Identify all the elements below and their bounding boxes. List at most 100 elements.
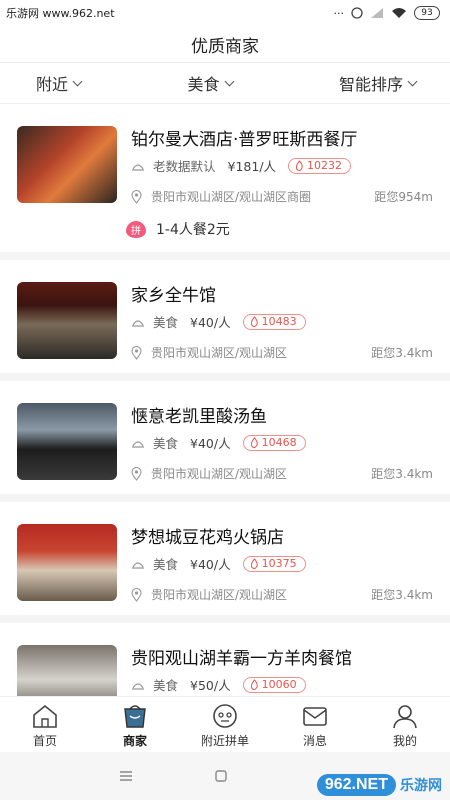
location-pin-icon (131, 345, 142, 360)
home-button-icon[interactable] (214, 769, 228, 783)
dish-cover-icon (132, 163, 144, 171)
page-title: 优质商家 (191, 36, 259, 57)
shop-meta: 老数据默认 ¥181/人 10232 (131, 156, 352, 175)
alarm-icon (351, 7, 363, 19)
filter-category[interactable]: 美食 (187, 71, 234, 95)
shop-thumbnail (17, 403, 117, 480)
shop-price: ¥40/人 (190, 315, 231, 330)
filter-sort-label: 智能排序 (338, 75, 403, 94)
shop-price: ¥40/人 (190, 557, 231, 572)
tab-home-label: 首页 (32, 734, 57, 748)
shop-name: 贵阳观山湖羊霸一方羊肉餐馆 (131, 649, 352, 669)
shop-address-row: 贵阳市观山湖区/观山湖区 距您3.4km (131, 465, 433, 482)
signal-icon (371, 8, 383, 18)
hot-count: 10375 (261, 557, 297, 570)
shop-list: 铂尔曼大酒店·普罗旺斯西餐厅 老数据默认 ¥181/人 10232 贵阳市观山湖… (0, 104, 450, 696)
site-watermark: 962.NET 乐游网 (316, 774, 442, 796)
shop-address-row: 贵阳市观山湖区/观山湖区商圈 距您954m (131, 188, 433, 205)
hot-count: 10468 (261, 436, 297, 449)
hot-badge: 10375 (242, 555, 306, 572)
bottom-tab-bar: 首页 商家 附近拼单 消息 我的 (0, 696, 450, 752)
status-left-text: 乐游网 www.962.net (6, 7, 115, 20)
filter-nearby-label: 附近 (36, 75, 69, 94)
shop-card[interactable]: 铂尔曼大酒店·普罗旺斯西餐厅 老数据默认 ¥181/人 10232 贵阳市观山湖… (0, 104, 450, 260)
tab-messages[interactable]: 消息 (270, 697, 360, 752)
filter-category-label: 美食 (187, 75, 220, 94)
shop-meta: 美食 ¥50/人 10060 (131, 675, 306, 694)
shop-category: 美食 (153, 436, 179, 451)
shop-meta: 美食 ¥40/人 10468 (131, 433, 306, 452)
dish-cover-icon (132, 440, 144, 448)
shop-category: 老数据默认 (153, 159, 216, 174)
shop-category: 美食 (153, 678, 179, 693)
shop-distance: 距您954m (374, 190, 433, 204)
tab-nearby-group[interactable]: 附近拼单 (180, 697, 270, 752)
location-pin-icon (131, 189, 142, 204)
tab-profile-label: 我的 (392, 734, 417, 748)
shop-thumbnail (17, 126, 117, 203)
shop-meta: 美食 ¥40/人 10375 (131, 554, 306, 573)
tab-shops-label: 商家 (122, 734, 147, 748)
shop-price: ¥40/人 (190, 436, 231, 451)
shop-category: 美食 (153, 315, 179, 330)
shop-card[interactable]: 贵阳观山湖羊霸一方羊肉餐馆 美食 ¥50/人 10060 (0, 623, 450, 696)
shop-address-row: 贵阳市观山湖区/观山湖区 距您3.4km (131, 586, 433, 603)
watermark-logo-suffix: .NET (351, 776, 388, 793)
profile-icon (393, 705, 417, 729)
shop-category: 美食 (153, 557, 179, 572)
tab-messages-label: 消息 (302, 734, 327, 748)
flame-icon (250, 679, 258, 690)
system-nav-bar: 962.NET 乐游网 (0, 752, 450, 800)
shop-name: 家乡全牛馆 (131, 286, 216, 306)
watermark-text: 乐游网 (400, 778, 442, 794)
menu-icon[interactable] (118, 770, 134, 782)
shop-card[interactable]: 惬意老凯里酸汤鱼 美食 ¥40/人 10468 贵阳市观山湖区/观山湖区 距您3… (0, 381, 450, 502)
dish-cover-icon (132, 682, 144, 690)
page-header: 优质商家 (0, 26, 450, 62)
filter-sort[interactable]: 智能排序 (338, 71, 418, 95)
shop-meta: 美食 ¥40/人 10483 (131, 312, 306, 331)
shop-name: 惬意老凯里酸汤鱼 (131, 407, 267, 427)
shop-icon (124, 705, 146, 728)
shop-address: 贵阳市观山湖区/观山湖区 (151, 467, 288, 481)
shop-thumbnail (17, 282, 117, 359)
flame-icon (250, 316, 258, 327)
battery-icon: 93 (414, 6, 440, 20)
chevron-down-icon (407, 76, 418, 86)
shop-address-row: 贵阳市观山湖区/观山湖区 距您3.4km (131, 344, 433, 361)
watermark-logo: 962.NET (316, 774, 396, 796)
shop-thumbnail (17, 645, 117, 696)
tab-shops[interactable]: 商家 (90, 697, 180, 752)
flame-icon (250, 437, 258, 448)
chevron-down-icon (224, 76, 234, 86)
group-deal-heart-icon: 拼 (126, 220, 146, 238)
hot-badge: 10483 (242, 313, 306, 330)
shop-distance: 距您3.4km (371, 588, 433, 602)
group-deal-row[interactable]: 拼 1-4人餐2元 (126, 219, 230, 239)
watermark-logo-number: 962 (324, 776, 352, 793)
shop-card[interactable]: 家乡全牛馆 美食 ¥40/人 10483 贵阳市观山湖区/观山湖区 距您3.4k… (0, 260, 450, 381)
shop-address: 贵阳市观山湖区/观山湖区 (151, 588, 288, 602)
chevron-down-icon (72, 76, 83, 86)
filter-bar: 附近 美食 智能排序 (0, 62, 450, 104)
wifi-icon (392, 8, 406, 18)
shop-card[interactable]: 梦想城豆花鸡火锅店 美食 ¥40/人 10375 贵阳市观山湖区/观山湖区 距您… (0, 502, 450, 623)
shop-name: 梦想城豆花鸡火锅店 (131, 528, 284, 548)
location-pin-icon (131, 466, 142, 481)
dish-cover-icon (132, 319, 144, 327)
shop-price: ¥50/人 (190, 678, 231, 693)
filter-nearby[interactable]: 附近 (36, 71, 83, 95)
shop-address: 贵阳市观山湖区/观山湖区 (151, 346, 288, 360)
hot-badge: 10060 (242, 676, 306, 693)
shop-distance: 距您3.4km (371, 467, 433, 481)
hot-count: 10483 (261, 315, 297, 328)
status-bar: 乐游网 www.962.net ··· 93 (0, 0, 450, 26)
flame-icon (295, 160, 303, 171)
shop-address: 贵阳市观山湖区/观山湖区商圈 (151, 190, 312, 204)
tab-home[interactable]: 首页 (0, 697, 90, 752)
hot-badge: 10232 (288, 157, 352, 174)
message-icon (303, 707, 327, 726)
shop-name: 铂尔曼大酒店·普罗旺斯西餐厅 (131, 130, 358, 150)
tab-profile[interactable]: 我的 (360, 697, 450, 752)
home-icon (33, 704, 57, 728)
